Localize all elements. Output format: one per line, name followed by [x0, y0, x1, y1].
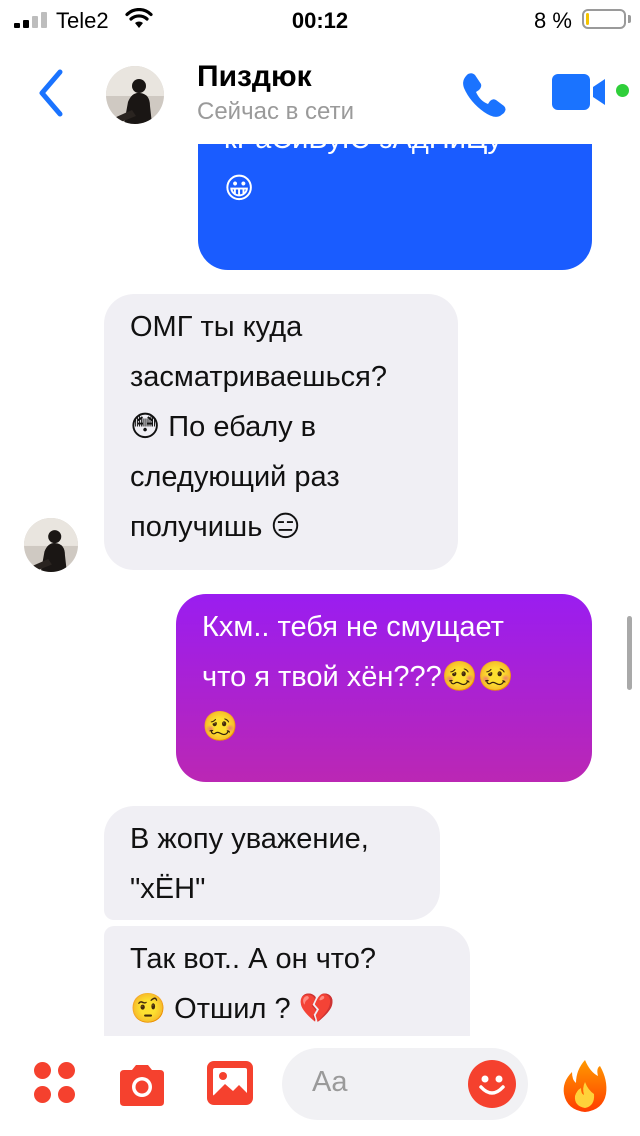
phone-icon[interactable]	[458, 68, 510, 120]
message-input-container[interactable]	[282, 1048, 528, 1120]
message-incoming[interactable]: ОМГ ты куда засматриваешься? 😳 По ебалу …	[104, 294, 458, 570]
composer-bar	[0, 1036, 640, 1136]
message-text: 😳 По ебалу в	[130, 411, 317, 443]
message-incoming[interactable]: В жопу уважение, "хЁН"	[104, 806, 440, 920]
message-text: что я твой хён???🥴🥴	[202, 661, 515, 693]
message-text: 🤨 Отшил ? 💔	[130, 993, 335, 1025]
scrollbar[interactable]	[627, 616, 632, 690]
battery-cap	[628, 15, 631, 23]
video-camera-icon[interactable]	[552, 74, 608, 110]
message-text: следующий раз	[130, 461, 340, 493]
message-text: ОМГ ты куда	[130, 311, 303, 343]
message-text: 🥴	[202, 711, 239, 743]
menu-dots-icon[interactable]	[34, 1062, 76, 1104]
message-text: В жопу уважение,	[130, 823, 369, 855]
avatar-photo	[24, 518, 78, 572]
battery-icon	[582, 9, 626, 29]
message-text: кРаСиВуЮ зАдНиЦу	[224, 144, 566, 164]
smile-icon	[479, 1075, 505, 1095]
message-text: получишь 😑	[130, 511, 301, 543]
message-outgoing[interactable]: Кхм.. тебя не смущает что я твой хён???🥴…	[176, 594, 592, 782]
status-bar: Tele2 00:12 8 %	[0, 0, 640, 40]
message-text: засматриваешься?	[130, 361, 388, 393]
contact-name[interactable]: Пиздюк	[197, 60, 312, 94]
battery-percent: 8 %	[534, 8, 572, 33]
chat-header: Пиздюк Сейчас в сети	[0, 40, 640, 144]
battery-level	[586, 13, 589, 25]
contact-status: Сейчас в сети	[197, 98, 354, 125]
message-text: "хЁН"	[130, 873, 206, 905]
message-input[interactable]	[312, 1066, 452, 1099]
emoji-icon[interactable]	[468, 1060, 516, 1108]
gallery-icon[interactable]	[206, 1060, 254, 1106]
fire-reaction-icon[interactable]	[560, 1058, 610, 1114]
message-incoming[interactable]: Так вот.. А он что? 🤨 Отшил ? 💔	[104, 926, 470, 1036]
message-text: Так вот.. А он что?	[130, 943, 377, 975]
avatar-photo	[106, 66, 164, 124]
message-list[interactable]: кРаСиВуЮ зАдНиЦу 😀 ОМГ ты куда засматрив…	[0, 144, 640, 1036]
contact-avatar[interactable]	[106, 66, 164, 124]
message-text: 😀	[224, 173, 255, 205]
message-text: Кхм.. тебя не смущает	[202, 611, 504, 643]
camera-icon[interactable]	[116, 1064, 168, 1106]
online-indicator	[616, 84, 629, 97]
back-chevron-icon[interactable]	[34, 68, 68, 118]
message-outgoing[interactable]: кРаСиВуЮ зАдНиЦу 😀	[198, 144, 592, 270]
sender-avatar[interactable]	[24, 518, 78, 572]
